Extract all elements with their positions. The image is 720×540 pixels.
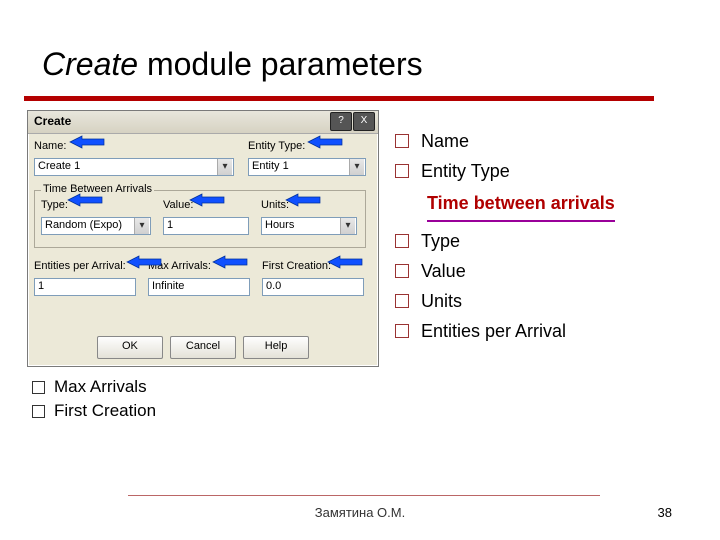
bullet-item: Max Arrivals [32, 375, 156, 399]
first-creation-label: First Creation: [262, 260, 331, 272]
max-arrivals-label: Max Arrivals: [148, 260, 211, 272]
bullet-item: Value [395, 256, 615, 286]
window-buttons: ? X [329, 112, 375, 131]
bullet-box-icon [395, 134, 409, 148]
time-between-group: Time Between Arrivals Type: Random (Expo… [34, 190, 366, 248]
bullet-sub-heading: Time between arrivals [395, 188, 615, 222]
bullet-item: Units [395, 286, 615, 316]
bullet-box-icon [32, 405, 45, 418]
title-underline [24, 96, 654, 101]
value-field[interactable]: 1 [163, 217, 249, 235]
bullet-item: First Creation [32, 399, 156, 423]
units-field[interactable]: Hours [261, 217, 357, 235]
name-label: Name: [34, 140, 66, 152]
help-button[interactable]: Help [243, 336, 309, 359]
units-label: Units: [261, 199, 289, 211]
entity-type-field[interactable]: Entity 1 [248, 158, 366, 176]
ok-button[interactable]: OK [97, 336, 163, 359]
max-arrivals-field[interactable]: Infinite [148, 278, 250, 296]
first-creation-field[interactable]: 0.0 [262, 278, 364, 296]
bullet-box-icon [395, 164, 409, 178]
page-number: 38 [658, 505, 672, 520]
bullet-item: Entities per Arrival [395, 316, 615, 346]
help-window-button[interactable]: ? [330, 112, 352, 131]
footer-author: Замятина О.М. [0, 505, 720, 520]
bullet-box-icon [395, 294, 409, 308]
bullet-list-right: Name Entity Type Time between arrivals T… [395, 126, 615, 346]
footer-rule [128, 495, 600, 496]
dialog-title: Create [34, 114, 71, 128]
bullet-box-icon [395, 234, 409, 248]
bullet-box-icon [395, 264, 409, 278]
bullet-item: Entity Type [395, 156, 615, 186]
bullet-item: Type [395, 226, 615, 256]
bullet-item: Name [395, 126, 615, 156]
type-label: Type: [41, 199, 68, 211]
dialog-button-row: OK Cancel Help [28, 336, 378, 359]
cancel-button[interactable]: Cancel [170, 336, 236, 359]
name-field[interactable]: Create 1 [34, 158, 234, 176]
dialog-titlebar: Create ? X [28, 111, 378, 134]
bullet-box-icon [32, 381, 45, 394]
slide-title: Create module parameters [42, 46, 423, 83]
value-label: Value: [163, 199, 193, 211]
type-field[interactable]: Random (Expo) [41, 217, 151, 235]
group-title: Time Between Arrivals [41, 183, 154, 195]
bullet-list-below: Max Arrivals First Creation [32, 375, 156, 423]
bullet-box-icon [395, 324, 409, 338]
entity-type-label: Entity Type: [248, 140, 305, 152]
close-window-button[interactable]: X [353, 112, 375, 131]
entities-per-label: Entities per Arrival: [34, 260, 126, 272]
create-dialog: Create ? X Name: Create 1 Entity Type: E… [27, 110, 379, 367]
entities-per-field[interactable]: 1 [34, 278, 136, 296]
dialog-body: Name: Create 1 Entity Type: Entity 1 Tim… [28, 134, 378, 146]
